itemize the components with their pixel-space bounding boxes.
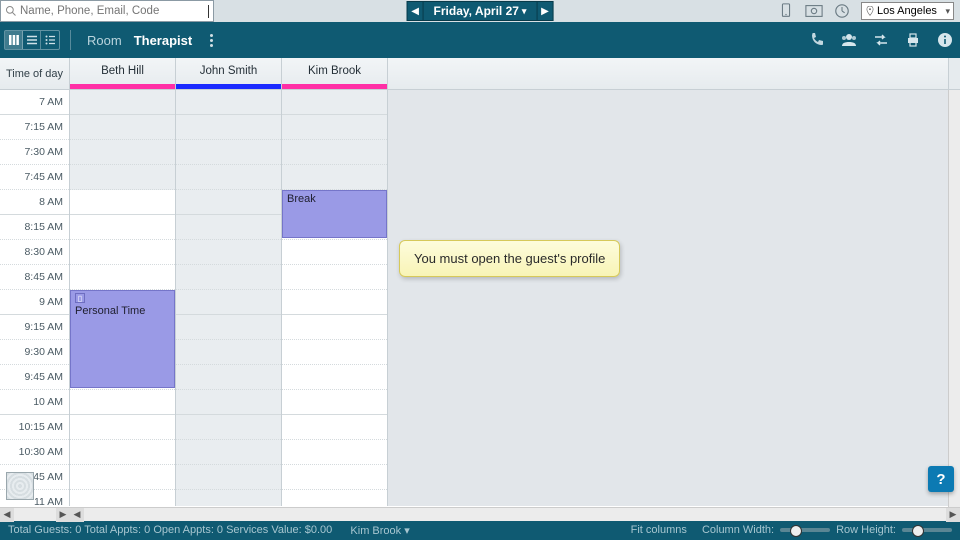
tooltip-text: You must open the guest's profile (414, 251, 605, 266)
top-bar: ◀ Friday, April 27 ▶ Los Angeles (0, 0, 960, 22)
hscroll-row: ◀ ▶ ◀ ▶ (0, 507, 960, 521)
info-icon[interactable] (936, 31, 954, 49)
time-label: 7:15 AM (0, 115, 69, 140)
date-picker[interactable]: ◀ Friday, April 27 ▶ (407, 1, 554, 21)
status-bar: Total Guests: 0 Total Appts: 0 Open Appt… (0, 520, 960, 540)
time-label: 8 AM (0, 190, 69, 215)
nav-right-actions (808, 31, 954, 49)
scroll-right-icon[interactable]: ▶ (946, 508, 960, 522)
avatar-placeholder[interactable] (6, 472, 34, 500)
search-box[interactable] (0, 0, 214, 22)
grid-dead-area (388, 90, 948, 506)
event-break[interactable]: Break (282, 190, 387, 238)
main-hscroll[interactable]: ◀ ▶ (70, 507, 960, 521)
time-label: 8:30 AM (0, 240, 69, 265)
scroll-right-icon[interactable]: ▶ (56, 508, 70, 522)
clock-icon[interactable] (833, 2, 851, 20)
tab-room[interactable]: Room (81, 29, 128, 52)
column-width-slider[interactable] (780, 528, 830, 532)
event-label: Personal Time (75, 305, 145, 317)
hint-tooltip: You must open the guest's profile (399, 240, 620, 277)
fit-columns-button[interactable]: Fit columns (631, 524, 687, 536)
vscroll-header-stub (948, 58, 960, 89)
event-personal-time[interactable]: ▯ Personal Time (70, 290, 175, 388)
group-icon[interactable] (840, 31, 858, 49)
cash-icon[interactable] (805, 2, 823, 20)
time-label: 8:45 AM (0, 265, 69, 290)
tab-therapist[interactable]: Therapist (128, 29, 199, 52)
time-label: 9:30 AM (0, 340, 69, 365)
next-day-button[interactable]: ▶ (536, 2, 552, 20)
column-header-kim[interactable]: Kim Brook (282, 58, 388, 89)
print-icon[interactable] (904, 31, 922, 49)
time-hscroll[interactable]: ◀ ▶ (0, 507, 70, 521)
device-icon[interactable] (777, 2, 795, 20)
view-toggle[interactable] (4, 30, 60, 50)
grid-header: Time of day Beth Hill John Smith Kim Bro… (0, 58, 960, 90)
time-label: 7:30 AM (0, 140, 69, 165)
time-column-header: Time of day (0, 58, 70, 89)
phone-icon[interactable] (808, 31, 826, 49)
time-label: 9:45 AM (0, 365, 69, 390)
calendar-grid: Time of day Beth Hill John Smith Kim Bro… (0, 58, 960, 520)
search-input[interactable] (20, 5, 206, 17)
time-label: 8:15 AM (0, 215, 69, 240)
scroll-left-icon[interactable]: ◀ (0, 508, 14, 522)
time-label: 7:45 AM (0, 165, 69, 190)
event-label: Break (287, 193, 316, 205)
column-width-label: Column Width: (702, 524, 774, 536)
time-label: 7 AM (0, 90, 69, 115)
time-label: 9 AM (0, 290, 69, 315)
location-label: Los Angeles (877, 5, 945, 17)
swap-icon[interactable] (872, 31, 890, 49)
column-header-john[interactable]: John Smith (176, 58, 282, 89)
view-columns-icon[interactable] (5, 31, 23, 49)
time-column: 7 AM 7:15 AM 7:30 AM 7:45 AM 8 AM 8:15 A… (0, 90, 70, 506)
time-label: 10 AM (0, 390, 69, 415)
column-beth[interactable]: ▯ Personal Time (70, 90, 176, 506)
event-tag-icon: ▯ (75, 293, 85, 303)
row-height-label: Row Height: (836, 524, 896, 536)
status-active-therapist[interactable]: Kim Brook ▾ (350, 524, 409, 537)
separator (70, 30, 71, 50)
topbar-right: Los Angeles (777, 0, 960, 22)
time-label: 10:30 AM (0, 440, 69, 465)
scroll-left-icon[interactable]: ◀ (70, 508, 84, 522)
row-height-slider[interactable] (902, 528, 952, 532)
help-button[interactable]: ? (928, 466, 954, 492)
view-detail-icon[interactable] (41, 31, 59, 49)
time-label: 10:15 AM (0, 415, 69, 440)
location-select[interactable]: Los Angeles (861, 2, 954, 20)
nav-bar: Room Therapist (0, 22, 960, 58)
column-header-beth[interactable]: Beth Hill (70, 58, 176, 89)
view-list-icon[interactable] (23, 31, 41, 49)
text-cursor (208, 5, 209, 18)
grid-columns: ▯ Personal Time Break (70, 90, 388, 506)
time-label: 9:15 AM (0, 315, 69, 340)
prev-day-button[interactable]: ◀ (408, 2, 424, 20)
grid-body[interactable]: 7 AM 7:15 AM 7:30 AM 7:45 AM 8 AM 8:15 A… (0, 90, 960, 506)
location-pin-icon (865, 6, 875, 16)
column-kim[interactable]: Break (282, 90, 388, 506)
current-date-label[interactable]: Friday, April 27 (424, 2, 537, 20)
more-menu-icon[interactable] (206, 30, 217, 51)
search-icon (5, 5, 17, 17)
status-totals: Total Guests: 0 Total Appts: 0 Open Appt… (8, 524, 332, 536)
vertical-scrollbar[interactable] (948, 90, 960, 520)
column-john[interactable] (176, 90, 282, 506)
